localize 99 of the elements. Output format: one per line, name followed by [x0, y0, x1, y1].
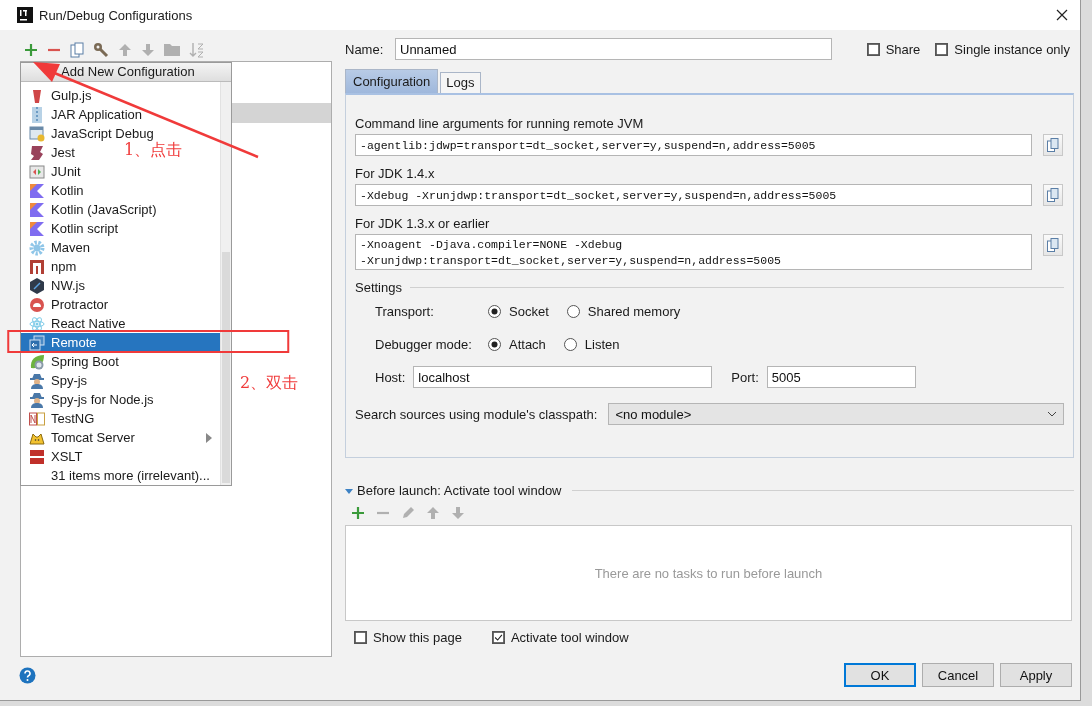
circle-icon [29, 296, 45, 313]
scrollbar-thumb[interactable] [222, 252, 230, 483]
menu-item[interactable]: TestNG [21, 409, 99, 428]
window-icon [29, 125, 45, 142]
copy-icon [1047, 238, 1059, 252]
copy-icon[interactable] [70, 41, 84, 58]
checkbox-label: Activate tool window [510, 630, 629, 645]
port-field[interactable]: 5005 [766, 366, 916, 388]
menu-item[interactable]: JUnit [21, 162, 85, 181]
wrench-icon[interactable] [93, 41, 109, 58]
annotation-text: 2、双击 [240, 373, 299, 394]
window-icon [29, 163, 45, 180]
window-icon [29, 334, 45, 351]
menu-item[interactable]: Protractor [21, 295, 113, 314]
copy-button[interactable] [1043, 134, 1063, 156]
checkbox-label: Show this page [373, 630, 462, 645]
field-label: Command line arguments for running remote JVM [355, 115, 645, 133]
field-label: Debugger mode: [375, 337, 473, 352]
dialog-button[interactable]: OK [844, 663, 916, 687]
section-title: Before launch: Activate tool window [357, 483, 562, 498]
leaf-icon [29, 353, 45, 370]
radio-label: Listen [584, 337, 620, 352]
add-icon[interactable] [24, 42, 38, 57]
dialog-button[interactable]: Apply [1000, 663, 1072, 687]
triangle-icon [29, 201, 45, 218]
menu-item[interactable]: Kotlin script [21, 219, 123, 238]
menu-item[interactable]: XSLT [21, 447, 87, 466]
window-title: Run/Debug Configurations [39, 7, 194, 23]
radio-button[interactable] [566, 305, 580, 318]
help-icon[interactable] [19, 666, 36, 684]
radio-label: Shared memory [587, 304, 681, 319]
add-icon[interactable] [351, 506, 365, 520]
menu-item[interactable]: JavaScript Debug [21, 124, 158, 143]
copy-icon [1047, 138, 1059, 152]
menu-item[interactable]: 31 items more (irrelevant)... [21, 466, 214, 485]
radio-label: Socket [509, 304, 549, 319]
arguments-field[interactable]: -Xnoagent -Djava.compiler=NONE -Xdebug -Xrunjdwp:transport=dt_socket,server=y,suspend=n,address=5005 [355, 234, 1032, 270]
chevron-icon [1047, 411, 1057, 417]
tag-icon [29, 410, 45, 427]
menu-item[interactable]: npm [21, 257, 81, 276]
tab[interactable]: Logs [440, 72, 481, 93]
gear-icon [29, 239, 45, 256]
checkbox[interactable] [354, 631, 367, 644]
menu-item[interactable]: Maven [21, 238, 95, 257]
copy-button[interactable] [1043, 184, 1063, 206]
checkbox[interactable] [866, 42, 880, 56]
annotation-text: 1、点击 [124, 140, 183, 161]
copy-button[interactable] [1043, 234, 1063, 256]
module-dropdown[interactable]: <no module> [608, 403, 1064, 425]
menu-item[interactable]: JAR Application [21, 105, 147, 124]
close-icon[interactable] [1056, 9, 1068, 21]
menu-item[interactable]: React Native [21, 314, 130, 333]
field-label: Search sources using module's classpath: [355, 406, 598, 422]
checkbox-label: Share [885, 41, 921, 57]
field-label: Port: [731, 369, 759, 385]
card-icon [29, 144, 45, 161]
dialog-button[interactable]: Cancel [922, 663, 994, 687]
hexagon-icon [29, 277, 45, 294]
menu-item[interactable]: Kotlin [21, 181, 88, 200]
field-label: Host: [375, 369, 406, 385]
figure-icon [29, 391, 45, 408]
checkbox[interactable] [491, 631, 505, 644]
triangle-icon [29, 182, 45, 199]
radio-button[interactable] [488, 338, 501, 351]
expanded-triangle-icon[interactable] [345, 486, 353, 495]
name-field[interactable]: Unnamed [395, 38, 832, 60]
scrollbar[interactable] [220, 82, 231, 485]
arguments-field[interactable]: -Xdebug -Xrunjdwp:transport=dt_socket,server=y,suspend=n,address=5005 [355, 184, 1032, 206]
checkbox-label: Single instance only [954, 41, 1070, 57]
arguments-field[interactable]: -agentlib:jdwp=transport=dt_socket,server=y,suspend=n,address=5005 [355, 134, 1032, 156]
copy-icon [1047, 188, 1059, 202]
menu-item[interactable]: Jest [21, 143, 79, 162]
field-label: Transport: [375, 304, 435, 319]
checkbox[interactable] [935, 42, 949, 56]
menu-item[interactable]: Kotlin (JavaScript) [21, 200, 161, 219]
menu-item[interactable]: Spring Boot [21, 352, 123, 371]
field-label: Name: [345, 41, 385, 57]
radio-button[interactable] [488, 305, 501, 318]
atom-icon [29, 315, 45, 332]
menu-item[interactable]: NW.js [21, 276, 89, 295]
host-field[interactable]: localhost [413, 366, 713, 388]
triangle-icon [29, 220, 45, 237]
radio-button[interactable] [563, 338, 577, 351]
menu-item[interactable]: Gulp.js [21, 86, 96, 105]
menu-item[interactable]: Spy-js for Node.js [21, 390, 158, 409]
tab[interactable]: Configuration [345, 69, 439, 93]
figure-icon [29, 372, 45, 389]
zipper-icon [29, 106, 45, 123]
block-icon [29, 448, 45, 465]
field-label: For JDK 1.4.x [355, 165, 436, 183]
group-title: Settings [355, 280, 402, 295]
empty-message: There are no tasks to run before launch [594, 565, 823, 581]
radio-label: Attach [509, 337, 546, 352]
menu-item[interactable]: Spy-js [21, 371, 92, 390]
app-icon [17, 7, 33, 23]
menu-item[interactable]: Tomcat Server [21, 428, 221, 447]
field-label: For JDK 1.3.x or earlier [355, 215, 491, 233]
popup-title: Add New Configuration [21, 63, 231, 82]
square-icon [29, 258, 45, 275]
